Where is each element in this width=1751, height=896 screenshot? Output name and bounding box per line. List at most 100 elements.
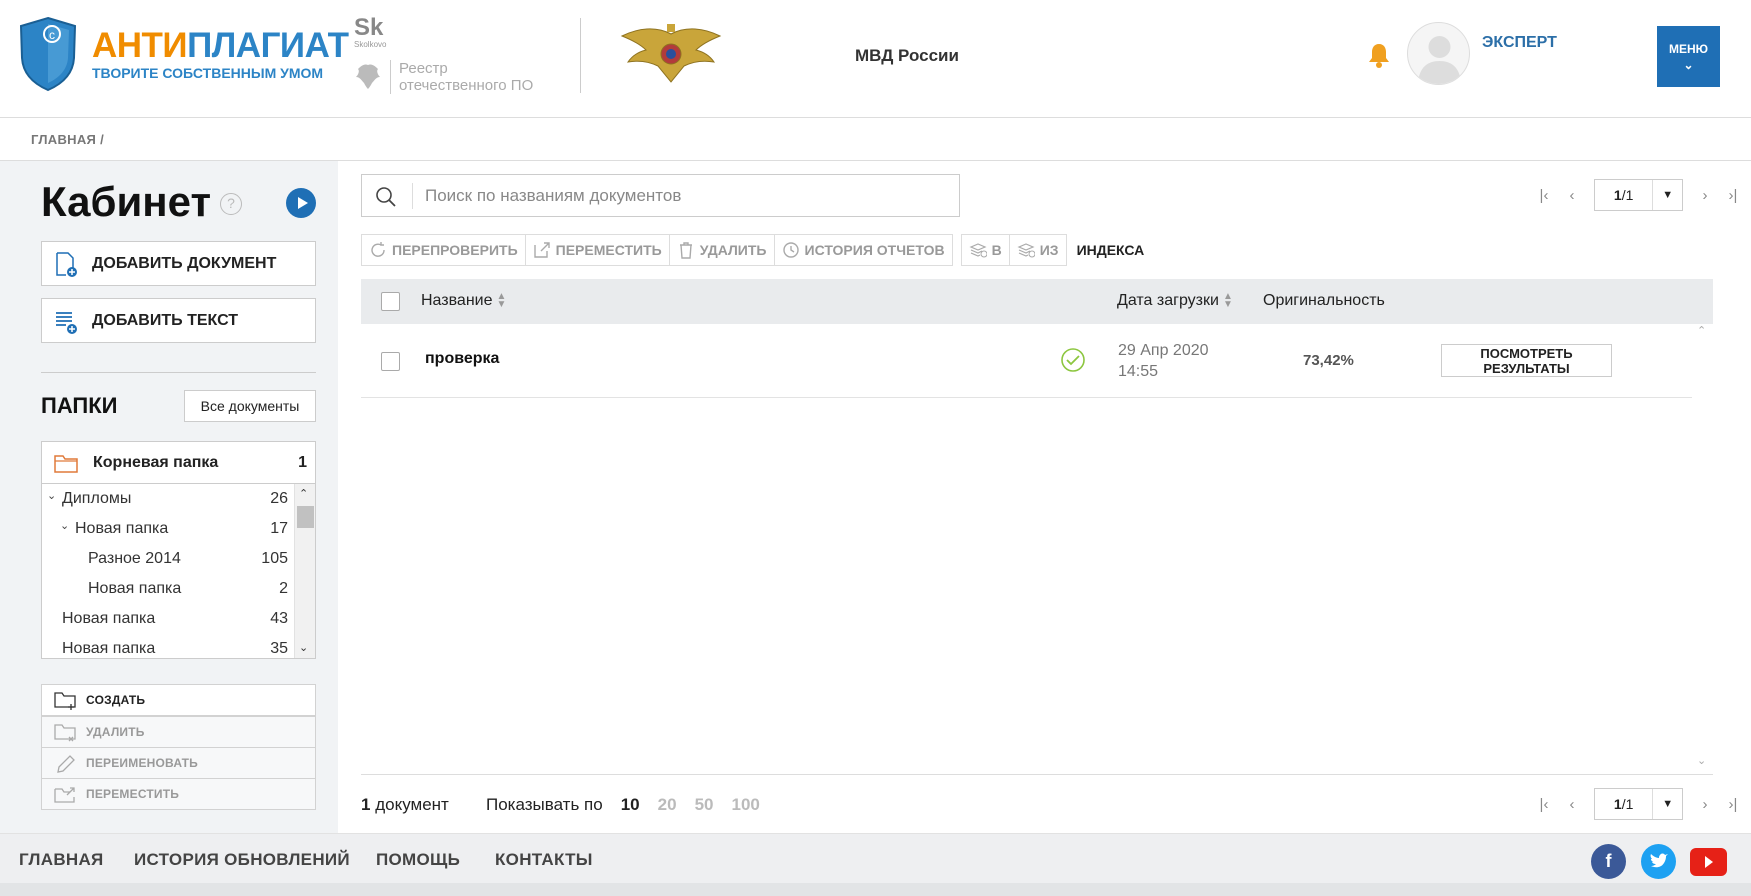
- all-documents-button[interactable]: Все документы: [184, 390, 316, 422]
- chevron-down-icon[interactable]: ▼: [1652, 180, 1682, 210]
- folder-item[interactable]: Разное 2014 105: [42, 544, 288, 574]
- folder-item[interactable]: ⌄ Новая папка 17: [42, 514, 288, 544]
- root-folder-label: Корневая папка: [93, 454, 219, 471]
- facebook-icon[interactable]: f: [1591, 844, 1626, 879]
- table-scrollbar[interactable]: ⌃ ⌄: [1692, 324, 1713, 772]
- document-count: 1 документ: [361, 795, 449, 814]
- remove-from-index-button[interactable]: ИЗ: [1009, 235, 1066, 265]
- antiplagiat-shield-logo[interactable]: c: [18, 16, 78, 92]
- create-folder-button[interactable]: СОЗДАТЬ: [41, 684, 316, 716]
- add-to-index-button[interactable]: В: [961, 235, 1010, 265]
- notification-bell-icon[interactable]: [1368, 42, 1390, 68]
- folder-tree: ⌄ Дипломы 26 ⌄ Новая папка 17 Разное 201…: [41, 484, 316, 659]
- play-tutorial-button[interactable]: [286, 188, 316, 218]
- per-page-selector: Показывать по 10 20 50 100: [486, 795, 760, 815]
- delete-button[interactable]: УДАЛИТЬ: [669, 235, 775, 265]
- logo-tagline: ТВОРИТЕ СОБСТВЕННЫМ УМОМ: [92, 65, 324, 81]
- organization-name: МВД России: [855, 46, 959, 65]
- last-page-icon[interactable]: ›|: [1719, 187, 1747, 204]
- svg-text:c: c: [49, 28, 55, 42]
- chevron-down-icon[interactable]: ⌄: [60, 519, 69, 532]
- check-circle-icon: [1061, 348, 1085, 372]
- chevron-down-icon[interactable]: ⌄: [47, 489, 56, 502]
- folder-item[interactable]: Новая папка 2: [42, 574, 288, 604]
- per-page-option[interactable]: 20: [658, 795, 677, 815]
- footer-link-help[interactable]: ПОМОЩЬ: [376, 850, 460, 870]
- footer-link-updates[interactable]: ИСТОРИЯ ОБНОВЛЕНИЙ: [134, 850, 350, 870]
- recheck-button[interactable]: ПЕРЕПРОВЕРИТЬ: [362, 235, 526, 265]
- per-page-option[interactable]: 100: [731, 795, 759, 815]
- table-header: Название ▲ ▼ Дата загрузки ▲ ▼ Оригинальност…: [361, 279, 1713, 324]
- first-page-icon[interactable]: |‹: [1530, 187, 1558, 204]
- scroll-up-icon[interactable]: ⌃: [299, 487, 308, 500]
- rename-folder-button[interactable]: ПЕРЕИМЕНОВАТЬ: [41, 747, 316, 779]
- search-box: [361, 174, 960, 217]
- next-page-icon[interactable]: ›: [1691, 796, 1719, 813]
- chevron-down-icon: ⌄: [1683, 57, 1694, 72]
- row-checkbox[interactable]: [381, 352, 400, 371]
- folder-item[interactable]: Новая папка 43: [42, 604, 288, 634]
- folders-title: ПАПКИ: [41, 393, 118, 418]
- per-page-option[interactable]: 50: [695, 795, 714, 815]
- youtube-icon[interactable]: [1690, 848, 1727, 876]
- search-input[interactable]: [425, 184, 945, 208]
- twitter-icon[interactable]: [1641, 844, 1676, 879]
- folder-item[interactable]: ⌄ Дипломы 26: [42, 484, 288, 514]
- move-folder-icon: [54, 787, 75, 803]
- folder-tree-scrollbar[interactable]: ⌃ ⌄: [294, 484, 315, 658]
- select-all-checkbox[interactable]: [381, 292, 400, 311]
- scrollbar-thumb[interactable]: [297, 506, 314, 528]
- create-folder-icon: [54, 692, 76, 710]
- logo-plagiat: ПЛАГИАТ: [187, 26, 349, 65]
- move-button[interactable]: ПЕРЕМЕСТИТЬ: [525, 235, 670, 265]
- document-name[interactable]: проверка: [425, 350, 499, 368]
- move-icon: [533, 242, 550, 258]
- brand-logo-text[interactable]: АНТИПЛАГИАТ ТВОРИТЕ СОБСТВЕННЫМ УМОМ: [92, 26, 349, 82]
- column-originality: Оригинальность: [1263, 292, 1385, 309]
- help-icon[interactable]: ?: [220, 193, 242, 215]
- page-select[interactable]: 1/1 ▼: [1594, 179, 1683, 211]
- bottom-strip: [0, 883, 1751, 896]
- report-history-button[interactable]: ИСТОРИЯ ОТЧЕТОВ: [774, 235, 952, 265]
- history-icon: [782, 242, 799, 258]
- first-page-icon[interactable]: |‹: [1530, 796, 1558, 813]
- footer-link-contacts[interactable]: КОНТАКТЫ: [495, 850, 593, 870]
- user-name[interactable]: ЭКСПЕРТ: [1482, 34, 1557, 52]
- avatar[interactable]: [1407, 22, 1470, 85]
- last-page-icon[interactable]: ›|: [1719, 796, 1747, 813]
- page-select[interactable]: 1/1 ▼: [1594, 788, 1683, 820]
- header: c АНТИПЛАГИАТ ТВОРИТЕ СОБСТВЕННЫМ УМОМ S…: [0, 0, 1751, 118]
- sidebar-divider: [41, 372, 316, 373]
- scroll-up-icon[interactable]: ⌃: [1697, 324, 1706, 337]
- chevron-down-icon[interactable]: ▼: [1652, 789, 1682, 819]
- add-document-button[interactable]: ДОБАВИТЬ ДОКУМЕНТ: [41, 241, 316, 286]
- menu-button[interactable]: МЕНЮ ⌄: [1657, 26, 1720, 87]
- view-results-button[interactable]: ПОСМОТРЕТЬ РЕЗУЛЬТАТЫ: [1441, 344, 1612, 377]
- folder-item[interactable]: Новая папка 35: [42, 634, 288, 658]
- scroll-down-icon[interactable]: ⌄: [299, 641, 308, 654]
- upload-date: 29 Апр 2020 14:55: [1118, 342, 1209, 380]
- table-row[interactable]: проверка 29 Апр 2020 14:55 73,42% ПОСМОТ…: [361, 324, 1692, 398]
- breadcrumb[interactable]: ГЛАВНАЯ /: [31, 132, 104, 147]
- search-icon[interactable]: [375, 186, 397, 208]
- russia-emblem-icon: [356, 64, 380, 89]
- logo-anti: АНТИ: [92, 26, 188, 65]
- column-name[interactable]: Название ▲ ▼: [421, 291, 507, 310]
- pagination-bottom: |‹ ‹ 1/1 ▼ › ›|: [1530, 788, 1747, 820]
- next-page-icon[interactable]: ›: [1691, 187, 1719, 204]
- sort-icon[interactable]: ▲ ▼: [1223, 291, 1233, 309]
- move-folder-button[interactable]: ПЕРЕМЕСТИТЬ: [41, 778, 316, 810]
- prev-page-icon[interactable]: ‹: [1558, 796, 1586, 813]
- root-folder[interactable]: Корневая папка 1: [41, 441, 316, 484]
- sort-icon[interactable]: ▲ ▼: [497, 291, 507, 309]
- per-page-option[interactable]: 10: [621, 795, 640, 815]
- software-registry-badge: Реестр отечественного ПО: [354, 60, 533, 94]
- footer-link-home[interactable]: ГЛАВНАЯ: [19, 850, 104, 870]
- stack-remove-icon: [1017, 243, 1035, 258]
- add-text-button[interactable]: ДОБАВИТЬ ТЕКСТ: [41, 298, 316, 343]
- scroll-down-icon[interactable]: ⌄: [1697, 754, 1706, 767]
- prev-page-icon[interactable]: ‹: [1558, 187, 1586, 204]
- stack-add-icon: [969, 243, 987, 258]
- delete-folder-button[interactable]: УДАЛИТЬ: [41, 716, 316, 748]
- column-date[interactable]: Дата загрузки ▲ ▼: [1117, 291, 1233, 310]
